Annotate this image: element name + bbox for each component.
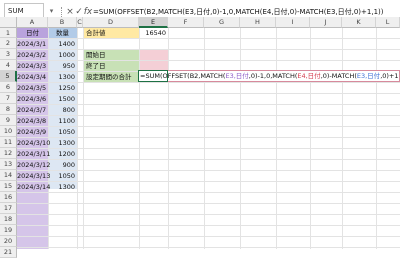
grid-line [17,203,400,204]
grid-line [276,28,277,249]
row-header-16[interactable]: 16 [0,192,17,203]
formula-text: ,0)+1,1) [380,72,399,80]
column-header-i[interactable]: I [276,17,310,28]
row-header-7[interactable]: 7 [0,93,17,104]
total-value[interactable]: 16540 [139,28,166,38]
select-all-corner[interactable] [0,17,17,28]
row-header-6[interactable]: 6 [0,82,17,93]
column-header-l[interactable]: L [376,17,400,28]
quantity-cell[interactable]: 1300 [48,138,75,148]
end-date-label[interactable]: 終了日 [86,61,106,71]
row-header-19[interactable]: 19 [0,225,17,236]
grid-line [139,28,140,249]
row-header-10[interactable]: 10 [0,126,17,137]
quantity-cell[interactable]: 1500 [48,94,75,104]
column-header-g[interactable]: G [204,17,240,28]
date-cell[interactable]: 2024/3/9 [17,127,46,137]
formula-text: =SUM(OFFSET(B2,MATCH( [140,72,226,80]
date-cell[interactable]: 2024/3/4 [17,72,46,82]
grid-line [77,28,78,249]
row-header-1[interactable]: 1 [0,28,17,38]
quantity-cell[interactable]: 1000 [48,50,75,60]
date-cell[interactable]: 2024/3/3 [17,61,46,71]
grid-line [17,192,400,193]
quantity-cell[interactable]: 1400 [48,39,75,49]
formula-text: ,0)-1,0,MATCH( [248,72,298,80]
quantity-cell[interactable]: 1100 [48,116,75,126]
date-cell[interactable]: 2024/3/7 [17,105,46,115]
formula-reference-start: E3,日付 [225,72,249,80]
column-header-a[interactable]: A [17,17,48,28]
in-cell-formula[interactable]: =SUM(OFFSET(B2,MATCH(E3,日付,0)-1,0,MATCH(… [138,71,399,81]
column-header-j[interactable]: J [310,17,342,28]
quantity-cell[interactable]: 1250 [48,83,75,93]
quantity-cell[interactable]: 900 [48,160,75,170]
quantity-cell[interactable]: 1050 [48,127,75,137]
grid-line [204,28,205,249]
row-header-20[interactable]: 20 [0,236,17,247]
grid-line [17,236,400,237]
date-cell[interactable]: 2024/3/13 [17,171,50,181]
column-header-b[interactable]: B [48,17,77,28]
formula-text: ,0)-MATCH( [320,72,357,80]
quantity-cell[interactable]: 800 [48,105,75,115]
row-header-2[interactable]: 2 [0,38,17,49]
quantity-cell[interactable]: 1050 [48,171,75,181]
column-header-d[interactable]: D [83,17,139,28]
date-cell[interactable]: 2024/3/2 [17,50,46,60]
quantity-header-cell[interactable]: 数量 [48,28,77,38]
quantity-cell[interactable]: 1200 [48,149,75,159]
column-header-k[interactable]: K [342,17,376,28]
formula-reference-start-2: E3,日付 [356,72,381,80]
grid-line [168,28,169,249]
grid-line [310,28,311,249]
row-header-15[interactable]: 15 [0,181,17,192]
grid-line [17,214,400,215]
grid-line [376,28,377,249]
grid-line [17,225,400,226]
date-cell[interactable]: 2024/3/14 [17,182,50,192]
quantity-cell[interactable]: 1300 [48,72,75,82]
quantity-cell[interactable]: 1300 [48,182,75,192]
row-header-14[interactable]: 14 [0,170,17,181]
column-header-e[interactable]: E [139,17,168,28]
column-header-f[interactable]: F [168,17,204,28]
date-cell[interactable]: 2024/3/5 [17,83,46,93]
row-header-8[interactable]: 8 [0,104,17,115]
start-date-label[interactable]: 開始日 [86,50,106,60]
date-cell[interactable]: 2024/3/8 [17,116,46,126]
date-cell[interactable]: 2024/3/12 [17,160,50,170]
row-header-13[interactable]: 13 [0,159,17,170]
row-header-3[interactable]: 3 [0,49,17,60]
row-header-5[interactable]: 5 [0,71,17,82]
row-header-18[interactable]: 18 [0,214,17,225]
grid-line [83,28,84,249]
date-cell[interactable]: 2024/3/11 [17,149,50,159]
column-header-h[interactable]: H [240,17,276,28]
formula-reference-end: E4,日付 [297,72,321,80]
row-header-4[interactable]: 4 [0,60,17,71]
grid-line [342,28,343,249]
row-header-12[interactable]: 12 [0,148,17,159]
date-cell[interactable]: 2024/3/1 [17,39,46,49]
total-label[interactable]: 合計値 [86,28,106,38]
date-cell[interactable]: 2024/3/10 [17,138,50,148]
row-header-9[interactable]: 9 [0,115,17,126]
row-header-11[interactable]: 11 [0,137,17,148]
date-cell[interactable]: 2024/3/6 [17,94,46,104]
formula-bar-separator [61,7,64,17]
row-header-17[interactable]: 17 [0,203,17,214]
grid-line [17,247,400,248]
range-total-label[interactable]: 設定期間の合計 [86,72,132,82]
grid-line [240,28,241,249]
date-header-cell[interactable]: 日付 [17,28,48,38]
quantity-cell[interactable]: 950 [48,61,75,71]
